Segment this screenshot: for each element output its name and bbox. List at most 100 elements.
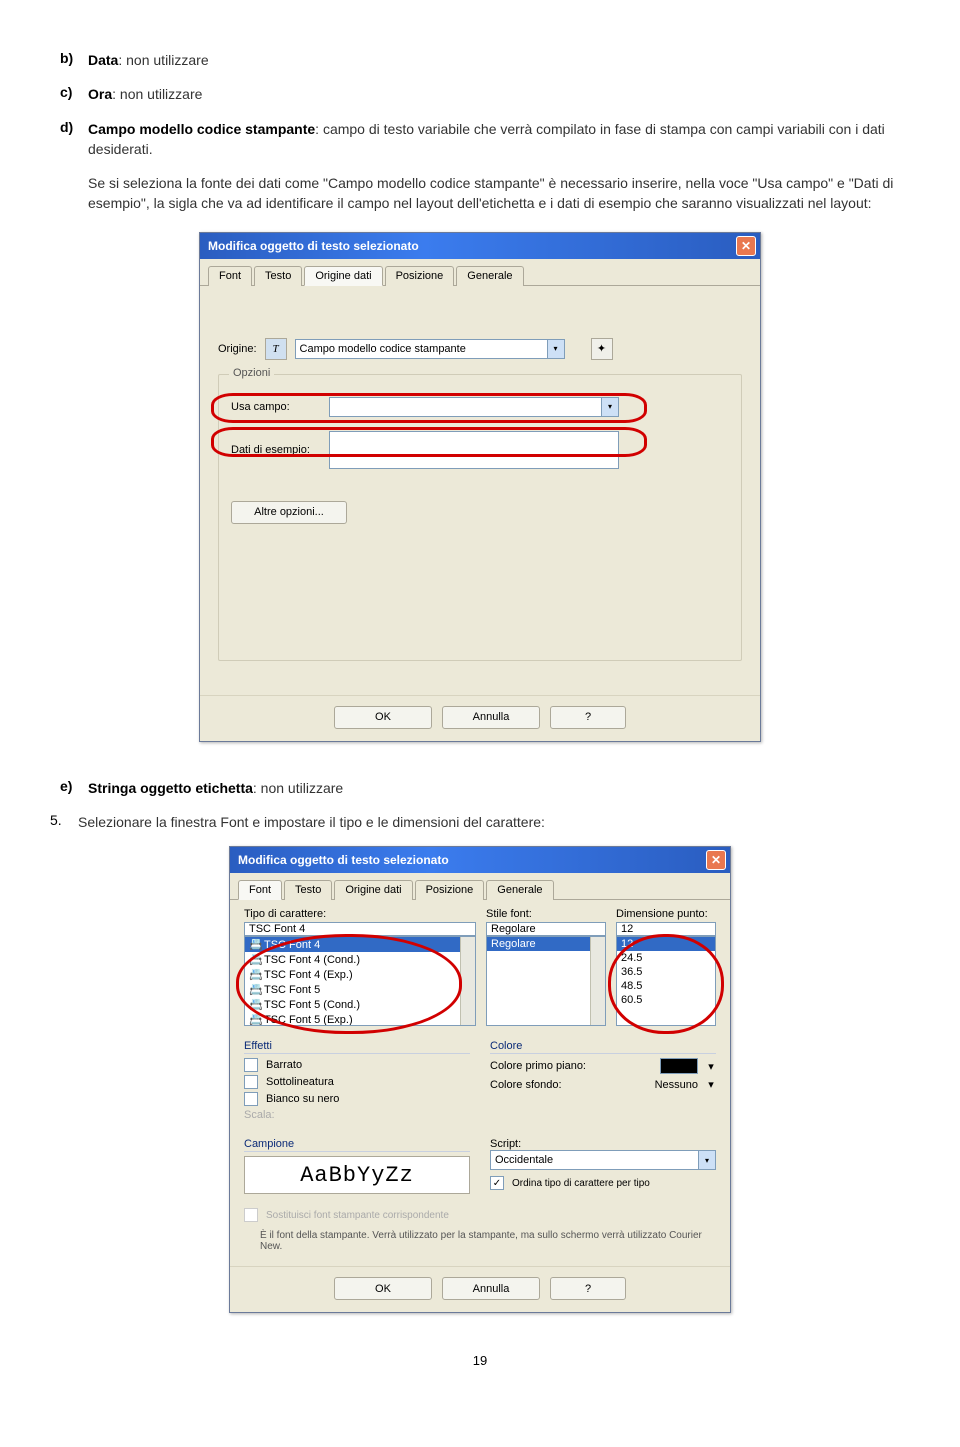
section-effetti: Effetti Barrato Sottolineatura Bianco su…	[244, 1032, 470, 1124]
checkbox-bianco-nero[interactable]	[244, 1092, 258, 1106]
tab-font[interactable]: Font	[238, 880, 282, 900]
marker: d)	[60, 119, 80, 135]
group-opzioni: Opzioni Usa campo: ▾ Dati di esempio: Al…	[218, 374, 742, 661]
marker: c)	[60, 84, 80, 100]
dialog2: Modifica oggetto di testo selezionato ✕ …	[229, 846, 731, 1313]
sost-label: Sostituisci font stampante corrispondent…	[266, 1210, 449, 1221]
scrollbar[interactable]	[460, 937, 475, 1025]
note: È il font della stampante. Verrà utilizz…	[260, 1230, 716, 1252]
close-icon[interactable]: ✕	[706, 850, 726, 870]
close-icon[interactable]: ✕	[736, 236, 756, 256]
chk-barrato-row: Barrato	[244, 1058, 470, 1072]
cancel-button[interactable]: Annulla	[442, 1277, 540, 1300]
font-selector-row: Tipo di carattere: TSC Font 4 📇TSC Font …	[244, 908, 716, 1026]
text-type-icon[interactable]: T	[265, 338, 287, 360]
eff1-label: Barrato	[266, 1059, 302, 1071]
list-item[interactable]: 36.5	[617, 965, 715, 979]
section-script: Script: Occidentale ▾ ✓ Ordina tipo di c…	[490, 1130, 716, 1198]
chk-ordina-row: ✓ Ordina tipo di carattere per tipo	[490, 1176, 716, 1190]
cancel-button[interactable]: Annulla	[442, 706, 540, 729]
label-c: Ora	[88, 86, 112, 102]
list-item[interactable]: 📇TSC Font 5 (Exp.)	[245, 1012, 475, 1026]
section-head: Colore	[490, 1040, 716, 1054]
list-item[interactable]: 📇TSC Font 5	[245, 982, 475, 997]
origine-label: Origine:	[218, 343, 257, 355]
origine-dropdown[interactable]: Campo modello codice stampante ▾	[295, 339, 565, 359]
tipo-listbox[interactable]: 📇TSC Font 4 📇TSC Font 4 (Cond.) 📇TSC Fon…	[244, 936, 476, 1026]
ok-button[interactable]: OK	[334, 1277, 432, 1300]
row-colore-sfondo: Colore sfondo: Nessuno ▾	[490, 1078, 716, 1091]
printer-font-icon: 📇	[249, 968, 261, 981]
list-item[interactable]: 24.5	[617, 951, 715, 965]
button-row: OK Annulla ?	[230, 1266, 730, 1312]
list-item[interactable]: 📇TSC Font 4 (Exp.)	[245, 967, 475, 982]
ok-button[interactable]: OK	[334, 706, 432, 729]
tab-testo[interactable]: Testo	[284, 880, 332, 900]
tabs: Font Testo Origine dati Posizione Genera…	[200, 259, 760, 286]
wand-icon[interactable]: ✦	[591, 338, 613, 360]
help-button[interactable]: ?	[550, 706, 626, 729]
titlebar: Modifica oggetto di testo selezionato ✕	[230, 847, 730, 873]
tab-testo[interactable]: Testo	[254, 266, 302, 286]
list-item[interactable]: 📇TSC Font 4	[245, 937, 475, 952]
chevron-down-icon: ▾	[601, 398, 618, 416]
scrollbar[interactable]	[590, 937, 605, 1025]
dati-esempio-field[interactable]	[329, 431, 619, 469]
colore-primo-label: Colore primo piano:	[490, 1060, 652, 1072]
tab-origine-dati[interactable]: Origine dati	[334, 880, 412, 900]
color-swatch-fg[interactable]	[660, 1058, 698, 1074]
tipo-input[interactable]: TSC Font 4	[244, 922, 476, 936]
tab-generale[interactable]: Generale	[456, 266, 523, 286]
chevron-down-icon[interactable]: ▾	[706, 1078, 716, 1091]
list-item[interactable]: Regolare	[487, 937, 605, 951]
printer-font-icon: 📇	[249, 1013, 261, 1026]
label-e: Stringa oggetto etichetta	[88, 780, 253, 796]
col-stile: Stile font: Regolare Regolare	[486, 908, 606, 1026]
section-colore: Colore Colore primo piano: ▾ Colore sfon…	[490, 1032, 716, 1124]
stile-input[interactable]: Regolare	[486, 922, 606, 936]
dialog1-body: Origine: T Campo modello codice stampant…	[200, 286, 760, 695]
content-c: Ora: non utilizzare	[88, 84, 910, 104]
dim-listbox[interactable]: 12 24.5 36.5 48.5 60.5	[616, 936, 716, 1026]
eff3-label: Bianco su nero	[266, 1093, 339, 1105]
section-campione: Campione AaBbYyZz	[244, 1130, 470, 1198]
stile-value: Regolare	[491, 923, 536, 935]
list-item[interactable]: 📇TSC Font 4 (Cond.)	[245, 952, 475, 967]
tab-origine-dati[interactable]: Origine dati	[304, 266, 382, 286]
help-button[interactable]: ?	[550, 1277, 626, 1300]
button-row: OK Annulla ?	[200, 695, 760, 741]
dim-label: Dimensione punto:	[616, 908, 716, 920]
tab-generale[interactable]: Generale	[486, 880, 553, 900]
row-campione-script: Campione AaBbYyZz Script: Occidentale ▾ …	[244, 1130, 716, 1198]
content-e: Stringa oggetto etichetta: non utilizzar…	[88, 778, 910, 798]
altre-opzioni-button[interactable]: Altre opzioni...	[231, 501, 347, 524]
chevron-down-icon[interactable]: ▾	[706, 1060, 716, 1073]
label-d: Campo modello codice stampante	[88, 121, 315, 137]
page-number: 19	[50, 1353, 910, 1368]
checkbox-barrato[interactable]	[244, 1058, 258, 1072]
list-item[interactable]: 12	[617, 937, 715, 951]
rest-c: : non utilizzare	[112, 86, 202, 102]
checkbox-sottolineatura[interactable]	[244, 1075, 258, 1089]
stile-label: Stile font:	[486, 908, 606, 920]
stile-listbox[interactable]: Regolare	[486, 936, 606, 1026]
tab-posizione[interactable]: Posizione	[415, 880, 485, 900]
usa-campo-label: Usa campo:	[231, 401, 321, 413]
marker: 5.	[50, 812, 70, 828]
list-item[interactable]: 48.5	[617, 979, 715, 993]
colore-sfondo-label: Colore sfondo:	[490, 1079, 647, 1091]
rest-e: : non utilizzare	[253, 780, 343, 796]
tab-font[interactable]: Font	[208, 266, 252, 286]
list-item[interactable]: 60.5	[617, 993, 715, 1007]
step5-text: Selezionare la finestra Font e impostare…	[78, 812, 910, 832]
script-dropdown[interactable]: Occidentale ▾	[490, 1150, 716, 1170]
row-usa-campo: Usa campo: ▾	[231, 397, 729, 417]
tab-posizione[interactable]: Posizione	[385, 266, 455, 286]
list-item-d: d) Campo modello codice stampante: campo…	[60, 119, 910, 160]
dialog1: Modifica oggetto di testo selezionato ✕ …	[199, 232, 761, 742]
list-item[interactable]: 📇TSC Font 5 (Cond.)	[245, 997, 475, 1012]
dim-input[interactable]: 12	[616, 922, 716, 936]
usa-campo-dropdown[interactable]: ▾	[329, 397, 619, 417]
checkbox-ordina[interactable]: ✓	[490, 1176, 504, 1190]
label-b: Data	[88, 52, 118, 68]
